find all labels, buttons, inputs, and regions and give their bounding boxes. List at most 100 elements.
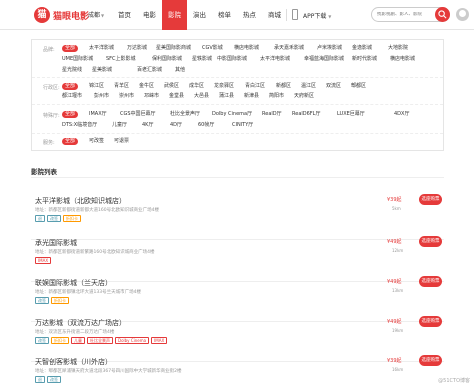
brand-tag[interactable]: UME国际影城 xyxy=(62,56,93,63)
district-tag[interactable]: 龙泉驿区 xyxy=(214,83,234,90)
brand-tag[interactable]: 横店电影城 xyxy=(234,45,259,52)
brand-tag[interactable]: 卢米埃影城 xyxy=(317,45,342,52)
city-selector[interactable]: 成都▼ xyxy=(88,10,104,19)
header-divider xyxy=(286,9,287,21)
filter-label-district: 行政区: xyxy=(43,85,60,91)
hall-tag[interactable]: 全部 xyxy=(62,111,79,118)
nav-news[interactable]: 热点 xyxy=(237,0,262,30)
hall-tag[interactable]: DTS:X临境音厅 xyxy=(62,122,97,129)
district-tag[interactable]: 成华区 xyxy=(189,83,204,90)
brand-tag[interactable]: 幸福蓝海国际影城 xyxy=(304,56,344,63)
hall-tag[interactable]: 60帧厅 xyxy=(198,122,214,129)
cinema-distance: 12km xyxy=(392,248,404,253)
cinema-address: 地址：新都区新都镇北环大道133号兰天城市广场4楼 xyxy=(35,290,141,295)
district-tag[interactable]: 武侯区 xyxy=(164,83,179,90)
city-label: 成都 xyxy=(88,12,101,19)
brand-tag[interactable]: 承天嘉禾影城 xyxy=(274,45,304,52)
brand-tag[interactable]: 星美国际影商城 xyxy=(156,45,191,52)
service-tag[interactable]: 可退票 xyxy=(114,138,129,145)
nav-movies[interactable]: 电影 xyxy=(137,0,162,30)
district-tag[interactable]: 都江堰市 xyxy=(62,93,82,100)
filter-row-district: 行政区: 全部 锦江区 青羊区 金牛区 武侯区 成华区 龙泉驿区 青白江区 新都… xyxy=(32,78,443,105)
hall-tag[interactable]: CINITY厅 xyxy=(232,122,253,129)
brand-tag[interactable]: 中影国际影城 xyxy=(217,56,247,63)
district-tag[interactable]: 新都区 xyxy=(276,83,291,90)
brand-tag[interactable]: 万达影城 xyxy=(127,45,147,52)
cinema-tag: 儿童 xyxy=(71,337,85,344)
brand-tag[interactable]: 星轶影城 xyxy=(192,56,212,63)
brand-tag[interactable]: 全部 xyxy=(62,45,79,52)
hall-tag[interactable]: LUXE巨幕厅 xyxy=(337,111,365,118)
cinema-tag: 改签 xyxy=(47,215,61,222)
user-avatar[interactable] xyxy=(456,8,469,21)
nav-home[interactable]: 首页 xyxy=(112,0,137,30)
buy-ticket-button[interactable]: 选座购票 xyxy=(419,194,442,205)
district-tag[interactable]: 大邑县 xyxy=(194,93,209,100)
district-tag[interactable]: 郫都区 xyxy=(351,83,366,90)
hall-tag[interactable]: 4D厅 xyxy=(170,122,182,129)
buy-ticket-button[interactable]: 选座购票 xyxy=(419,316,442,327)
district-tag[interactable]: 温江区 xyxy=(301,83,316,90)
hall-tag[interactable]: 儿童厅 xyxy=(112,122,127,129)
nav-shows[interactable]: 演出 xyxy=(187,0,212,30)
cinema-name[interactable]: 承光国际影城 xyxy=(35,238,77,248)
brand-tag[interactable]: 大地影院 xyxy=(388,45,408,52)
logo-text[interactable]: 猫眼电影 xyxy=(53,9,89,22)
app-download-link[interactable]: APP下载 ▼ xyxy=(303,11,331,20)
logo-icon[interactable]: 猫 xyxy=(34,7,50,23)
brand-tag[interactable]: 星光院线 xyxy=(62,67,82,74)
hall-tag[interactable]: 4K厅 xyxy=(142,122,153,129)
service-tag[interactable]: 可改签 xyxy=(89,138,104,145)
hall-tag[interactable]: RealD厅 xyxy=(262,111,282,118)
cinema-distance: 5km xyxy=(392,206,401,211)
district-tag[interactable]: 青白江区 xyxy=(245,83,265,90)
district-tag[interactable]: 全部 xyxy=(62,83,79,90)
district-tag[interactable]: 简阳市 xyxy=(269,93,284,100)
district-tag[interactable]: 崇州市 xyxy=(119,93,134,100)
brand-tag[interactable]: 其他 xyxy=(175,67,185,74)
nav-cinemas[interactable]: 影院 xyxy=(162,0,187,30)
brand-tag[interactable]: 保利国际影城 xyxy=(152,56,182,63)
district-tag[interactable]: 青羊区 xyxy=(114,83,129,90)
cinema-name[interactable]: 联娱国际影城（兰天店） xyxy=(35,278,112,288)
brand-tag[interactable]: 新时代影城 xyxy=(352,56,377,63)
cinema-name[interactable]: 天智创客影城（川外店） xyxy=(35,357,112,367)
app-download-label: APP下载 xyxy=(303,13,327,20)
district-tag[interactable]: 彭州市 xyxy=(94,93,109,100)
nav-rankings[interactable]: 榜单 xyxy=(212,0,237,30)
brand-tag[interactable]: 太平洋影城 xyxy=(89,45,114,52)
cinema-name[interactable]: 太平洋影城（北欧知识城店） xyxy=(35,196,126,206)
cinema-address: 地址：双流区东升街道二段万达广场4楼 xyxy=(35,330,115,335)
hall-tag[interactable]: Dolby Cinema厅 xyxy=(212,111,252,118)
brand-tag[interactable]: 百老汇影城 xyxy=(137,67,162,74)
district-tag[interactable]: 锦江区 xyxy=(89,83,104,90)
district-tag[interactable]: 双流区 xyxy=(326,83,341,90)
district-tag[interactable]: 金牛区 xyxy=(139,83,154,90)
search-button[interactable] xyxy=(435,7,450,22)
district-tag[interactable]: 天府新区 xyxy=(294,93,314,100)
district-tag[interactable]: 金堂县 xyxy=(169,93,184,100)
search-input[interactable] xyxy=(377,12,432,17)
brand-tag[interactable]: CGV影城 xyxy=(202,45,223,52)
buy-ticket-button[interactable]: 选座购票 xyxy=(419,236,442,247)
hall-tag[interactable]: CGS中国巨幕厅 xyxy=(120,111,156,118)
nav-mall[interactable]: 商城 xyxy=(262,0,287,30)
hall-tag[interactable]: 杜比全景声厅 xyxy=(170,111,200,118)
brand-tag[interactable]: 金逸影城 xyxy=(352,45,372,52)
service-tag[interactable]: 全部 xyxy=(62,138,79,145)
hall-tag[interactable]: RealD6FL厅 xyxy=(292,111,320,118)
district-tag[interactable]: 邛崃市 xyxy=(144,93,159,100)
brand-tag[interactable]: 太平洋电影城 xyxy=(260,56,290,63)
brand-tag[interactable]: 横店电影城 xyxy=(390,56,415,63)
buy-ticket-button[interactable]: 选座购票 xyxy=(419,276,442,287)
brand-tag[interactable]: 星美影城 xyxy=(92,67,112,74)
district-tag[interactable]: 蒲江县 xyxy=(219,93,234,100)
hall-tag[interactable]: 4DX厅 xyxy=(394,111,409,118)
brand-tag[interactable]: SFC上影影城 xyxy=(106,56,136,63)
cinema-name[interactable]: 万达影城（双流万达广场店） xyxy=(35,318,126,328)
search-icon xyxy=(438,10,447,19)
hall-tag[interactable]: IMAX厅 xyxy=(89,111,107,118)
buy-ticket-button[interactable]: 选座购票 xyxy=(419,355,442,366)
cinema-tags: 退 改签 xyxy=(35,376,61,383)
district-tag[interactable]: 新津县 xyxy=(244,93,259,100)
